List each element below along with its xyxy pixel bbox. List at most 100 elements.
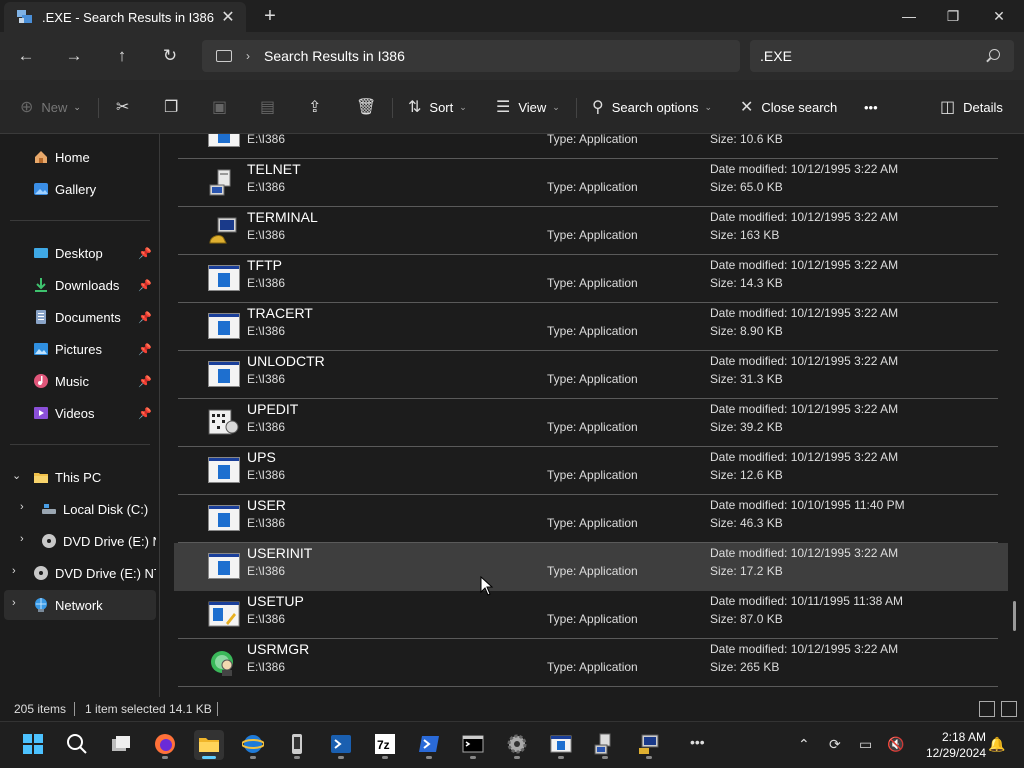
chevron-up-icon[interactable]: ⌃: [798, 736, 810, 753]
chevron-right-icon[interactable]: ›: [246, 49, 250, 63]
chevron-right-icon[interactable]: ›: [20, 501, 24, 513]
file-explorer-taskbar-button[interactable]: [194, 730, 224, 760]
chevron-right-icon[interactable]: ›: [12, 565, 16, 577]
terminal-app-taskbar-button[interactable]: [326, 730, 356, 760]
nav-item-home[interactable]: Home: [4, 142, 156, 172]
file-row[interactable]: USERINIT E:\I386 Type: Application Date mod…: [174, 543, 1008, 591]
pin-icon[interactable]: 📌: [138, 247, 152, 260]
nav-item-downloads[interactable]: Downloads 📌: [4, 270, 156, 300]
start-taskbar-button[interactable]: [18, 730, 48, 760]
more-icon: •••: [864, 99, 878, 115]
details-button[interactable]: ◫ Details: [940, 94, 1003, 120]
file-row[interactable]: TRACERT E:\I386 Type: Application Date modi…: [178, 303, 998, 351]
file-row[interactable]: TCPSVCSE:\I386Type: ApplicationDate modi…: [178, 134, 998, 159]
chevron-down-icon[interactable]: ⌄: [12, 469, 21, 482]
file-type: Type: Application: [547, 420, 638, 434]
nav-item-videos[interactable]: Videos 📌: [4, 398, 156, 428]
vertical-scrollbar[interactable]: [1013, 601, 1016, 631]
file-row[interactable]: UNLODCTR E:\I386 Type: Application Date mod…: [178, 351, 998, 399]
close-button[interactable]: ✕: [976, 0, 1022, 32]
nav-item-gallery[interactable]: Gallery: [4, 174, 156, 204]
nav-item-local-disk[interactable]: › Local Disk (C:): [4, 494, 156, 524]
view-button[interactable]: ☰ View ⌄: [496, 94, 560, 120]
settings-taskbar-button[interactable]: [502, 730, 532, 760]
volume-muted-icon[interactable]: 🔇: [887, 736, 904, 753]
network-tray-icon[interactable]: ▭: [859, 736, 872, 753]
nav-item-network[interactable]: › Network: [4, 590, 156, 620]
share-button[interactable]: ⇪: [308, 94, 329, 120]
tiles-view-icon[interactable]: [1001, 701, 1017, 717]
cmd-taskbar-button[interactable]: [458, 730, 488, 760]
delete-button[interactable]: 🗑: [356, 94, 384, 120]
copy-button[interactable]: ❐: [164, 94, 186, 120]
pin-icon[interactable]: 📌: [138, 343, 152, 356]
file-name: UPEDIT: [247, 401, 299, 417]
paste-button[interactable]: ▣: [212, 94, 235, 120]
item-count: 205 items: [14, 702, 67, 716]
search-box[interactable]: [750, 40, 1014, 72]
file-row[interactable]: UPS E:\I386 Type: Application Date modified…: [178, 447, 998, 495]
phone-taskbar-button[interactable]: [282, 730, 312, 760]
search-icon[interactable]: [989, 49, 1000, 60]
new-tab-button[interactable]: +: [258, 4, 282, 28]
cut-button[interactable]: ✂: [116, 94, 137, 120]
search-taskbar-button[interactable]: [62, 730, 92, 760]
app-window-taskbar-button[interactable]: [546, 730, 576, 760]
refresh-button[interactable]: ↻: [158, 44, 182, 68]
pin-icon[interactable]: 📌: [138, 279, 152, 292]
nav-item-this-pc[interactable]: ⌄ This PC: [4, 462, 156, 492]
details-view-icon[interactable]: [979, 701, 995, 717]
more-options-button[interactable]: •••: [864, 94, 878, 120]
file-row[interactable]: TELNET E:\I386 Type: Application Date modif…: [178, 159, 998, 207]
task-view-taskbar-button[interactable]: [106, 730, 136, 760]
file-row[interactable]: USER E:\I386 Type: Application Date modifie…: [178, 495, 998, 543]
explorer-tab[interactable]: .EXE - Search Results in I386 ✕: [4, 2, 246, 32]
file-row[interactable]: TFTP E:\I386 Type: Application Date modifie…: [178, 255, 998, 303]
nav-item-dvd-drive-1[interactable]: › DVD Drive (E:) NT: [4, 526, 156, 556]
running-indicator: [602, 756, 608, 759]
pin-icon[interactable]: 📌: [138, 407, 152, 420]
running-indicator: [558, 756, 564, 759]
7zip-taskbar-button[interactable]: 7z: [370, 730, 400, 760]
file-row[interactable]: USETUP E:\I386 Type: Application Date modif…: [178, 591, 998, 639]
search-options-button[interactable]: ⚲ Search options ⌄: [592, 94, 712, 120]
tab-close-icon[interactable]: ✕: [218, 7, 238, 27]
nav-item-desktop[interactable]: Desktop 📌: [4, 238, 156, 268]
file-path: E:\I386: [247, 516, 286, 530]
network-app-taskbar-button[interactable]: [590, 730, 620, 760]
notification-bell-icon[interactable]: 🔔: [988, 736, 1005, 753]
file-row[interactable]: TERMINAL E:\I386 Type: Application Date mod…: [178, 207, 998, 255]
computer-app-taskbar-button[interactable]: [634, 730, 664, 760]
chevron-right-icon[interactable]: ›: [20, 533, 24, 545]
back-button[interactable]: ←: [14, 44, 38, 68]
firefox-taskbar-button[interactable]: [150, 730, 180, 760]
chevron-right-icon[interactable]: ›: [12, 597, 16, 609]
pin-icon[interactable]: 📌: [138, 311, 152, 324]
system-clock[interactable]: 2:18 AM 12/29/2024: [918, 729, 986, 761]
maximize-button[interactable]: ❐: [930, 0, 976, 32]
terminal-icon: [208, 217, 240, 245]
arrow-up-icon: ↑: [117, 46, 127, 65]
rename-button[interactable]: ▤: [260, 94, 283, 120]
close-search-button[interactable]: ✕ Close search: [740, 94, 837, 120]
file-type: Type: Application: [547, 612, 638, 626]
nav-item-dvd-drive-2[interactable]: › DVD Drive (E:) NTW: [4, 558, 156, 588]
powershell-taskbar-button[interactable]: [414, 730, 444, 760]
forward-button[interactable]: →: [62, 44, 86, 68]
nav-item-pictures[interactable]: Pictures 📌: [4, 334, 156, 364]
up-button[interactable]: ↑: [110, 44, 134, 68]
sync-icon[interactable]: ⟳: [829, 736, 841, 753]
ie-taskbar-button[interactable]: [238, 730, 268, 760]
sort-button[interactable]: ⇅ Sort ⌄: [408, 94, 467, 120]
address-path[interactable]: Search Results in I386: [264, 48, 405, 64]
minimize-button[interactable]: —: [886, 0, 932, 32]
nav-item-music[interactable]: Music 📌: [4, 366, 156, 396]
search-input[interactable]: [760, 48, 970, 64]
file-row[interactable]: USRMGR E:\I386 Type: Application Date modif…: [178, 639, 998, 687]
pin-icon[interactable]: 📌: [138, 375, 152, 388]
address-bar[interactable]: › Search Results in I386: [202, 40, 740, 72]
new-button[interactable]: ⊕ New ⌄: [20, 94, 81, 120]
taskbar-more-icon[interactable]: •••: [690, 734, 705, 750]
file-row[interactable]: UPEDIT E:\I386 Type: Application Date modif…: [178, 399, 998, 447]
nav-item-documents[interactable]: Documents 📌: [4, 302, 156, 332]
